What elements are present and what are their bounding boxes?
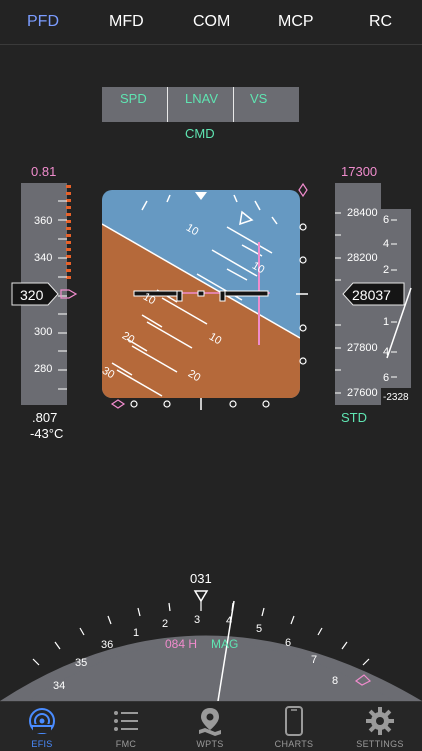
tab-wpts-label: WPTS [196,739,224,749]
speed-tick: 360 [34,215,53,227]
selected-mach: 0.81 [31,164,57,179]
heading-label: 35 [75,657,88,669]
current-speed: 320 [20,287,44,303]
bottom-tab-bar: EFIS FMC WPTS CHARTS SETTINGS [0,701,422,751]
vs-tick: 1 [383,316,390,328]
tab-fmc[interactable]: FMC [84,702,168,751]
tab-fmc-label: FMC [115,739,137,749]
tablet-icon [285,706,303,736]
tab-settings[interactable]: SETTINGS [338,702,422,751]
vertical-speed-readout: -2328 [383,392,409,403]
fma-divider [167,87,168,122]
tab-charts[interactable]: CHARTS [252,702,336,751]
vs-tick: 2 [383,264,390,276]
speed-bug-icon [60,289,78,299]
heading-label: 5 [256,623,263,635]
fma-divider [233,87,234,122]
tab-pfd[interactable]: PFD [27,13,59,31]
speed-tick: 280 [34,363,53,375]
altitude-tick: 28400 [347,207,378,219]
heading-label: 7 [311,654,318,666]
autopilot-status: CMD [185,126,215,141]
baro-setting: STD [341,410,367,425]
tab-charts-label: CHARTS [274,739,314,749]
tab-efis-label: EFIS [31,739,53,749]
selected-heading: 084 H [165,637,198,651]
selected-altitude: 17300 [341,164,378,179]
heading-label: 1 [133,627,140,639]
mach-readout: .807 [32,410,58,425]
altitude-tick: 27600 [347,387,378,399]
vs-tick: 6 [383,372,390,384]
heading-label: 6 [285,637,292,649]
efis-icon [29,708,55,734]
vs-tick: 4 [383,346,390,358]
fma-lateral-mode: LNAV [185,91,218,106]
vs-tick: 4 [383,238,390,250]
speed-tick: 340 [34,252,53,264]
tab-com[interactable]: COM [193,13,230,31]
flight-mode-annunciator: SPD LNAV VS [102,87,299,122]
heading-label: 8 [332,675,339,687]
top-tab-bar: PFD MFD COM MCP RC [0,0,422,45]
deviation-scales [110,182,308,410]
heading-label: 3 [194,614,201,626]
heading-label: 34 [53,680,66,692]
current-altitude: 28037 [352,287,391,303]
heading-label: 36 [101,639,114,651]
fma-vertical-mode: VS [250,91,268,106]
speed-tick: 300 [34,326,53,338]
heading-reference: MAG [211,637,239,651]
heading-label: 4 [226,615,233,627]
tab-settings-label: SETTINGS [356,739,404,749]
current-heading: 031 [190,571,212,586]
sat-readout: -43°C [30,426,64,441]
altitude-tick: 27800 [347,342,378,354]
gear-icon [366,707,394,735]
list-icon [114,711,138,731]
heading-label: 2 [162,618,169,630]
tab-wpts[interactable]: WPTS [168,702,252,751]
map-pin-icon [199,708,221,736]
altitude-tick: 28200 [347,252,378,264]
vs-tick: 6 [383,214,390,226]
tab-mfd[interactable]: MFD [109,13,144,31]
tab-mcp[interactable]: MCP [278,13,314,31]
tab-efis[interactable]: EFIS [0,702,84,751]
fma-speed-mode: SPD [120,91,147,106]
tab-rc[interactable]: RC [369,13,392,31]
